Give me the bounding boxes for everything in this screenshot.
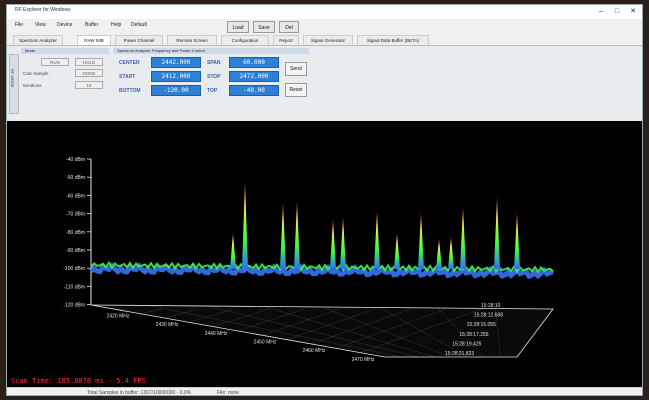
signal-peak [330, 219, 336, 269]
minimize-icon[interactable]: – [594, 6, 608, 17]
tab-raw-imb[interactable]: RAW IMB [77, 35, 111, 45]
menu-bar: File View Device Buffer Help Default [7, 19, 642, 31]
scan-time-readout: Scan Time: 185.8878 ms - 5.4 FPS [11, 377, 146, 385]
y-tick-label: -60 dBm [66, 193, 85, 199]
signal-peak [448, 237, 454, 269]
tab-report[interactable]: Report [273, 35, 299, 45]
freq-group-header: Spectrum Analyzer Frequency and Power Co… [113, 48, 309, 54]
calc-label: Calc Sample [23, 71, 49, 76]
time-tick-label: 15:28:17.255 [459, 332, 488, 338]
time-tick-label: 15:28:19.425 [452, 341, 481, 347]
signal-peak [230, 233, 236, 269]
menu-default[interactable]: Default [131, 22, 147, 28]
tab-spectrum-analyzer[interactable]: Spectrum Analyzer [13, 35, 63, 45]
title-bar: RF Explorer for Windows – □ ✕ [7, 5, 642, 19]
x-tick-label: 2420 MHz [107, 313, 130, 319]
center-label: CENTER [119, 60, 140, 66]
x-tick-label: 2470 MHz [352, 357, 375, 363]
start-field[interactable]: 2412.000 [151, 71, 201, 82]
mode-hold-button[interactable]: HOLD [75, 58, 103, 66]
x-tick-label: 2440 MHz [205, 331, 228, 337]
span-field[interactable]: 60.000 [229, 57, 279, 68]
tab-power-channel[interactable]: Power Channel [115, 35, 163, 45]
y-tick-label: -120 dBm [63, 303, 85, 309]
del-button[interactable]: Del [279, 21, 299, 33]
menu-help[interactable]: Help [111, 22, 121, 28]
time-tick-label: 15:28:21.823 [445, 351, 474, 357]
signal-peak [436, 239, 442, 269]
menu-buffer[interactable]: Buffer [85, 22, 98, 28]
save-button[interactable]: Save [253, 21, 275, 33]
tab-configuration[interactable]: Configuration [221, 35, 269, 45]
y-tick-label: -50 dBm [66, 175, 85, 181]
bottom-field[interactable]: -120.00 [151, 85, 201, 96]
y-tick-label: -100 dBm [63, 266, 85, 272]
samples-status: Total Samples in buffer: 1367/10000000 -… [87, 390, 192, 396]
plot-canvas: -40 dBm -50 dBm -60 dBm -70 dBm -80 dBm -90 d… [11, 157, 554, 385]
menu-device[interactable]: Device [57, 22, 72, 28]
maximize-icon[interactable]: □ [610, 6, 624, 17]
menu-view[interactable]: View [35, 22, 46, 28]
tab-signal-data-buffer[interactable]: Signal Data Buffer (BETA) [357, 35, 429, 45]
file-status: File: none [217, 390, 239, 396]
time-tick-label: 15:28:15.055 [467, 322, 496, 328]
reset-button[interactable]: Reset [285, 83, 307, 97]
bottom-label: BOTTOM [119, 88, 141, 94]
signal-peak [418, 213, 424, 269]
window-title: RF Explorer for Windows [15, 7, 71, 13]
time-tick-label: 15:28:10 [481, 303, 501, 309]
signal-peak [294, 201, 300, 269]
signal-peak [494, 197, 500, 269]
y-tick-label: -110 dBm [64, 284, 85, 290]
start-label: START [119, 74, 136, 80]
mode-run-button[interactable]: RUN [41, 58, 69, 66]
y-tick-label: -90 dBm [66, 248, 85, 254]
iterations-input[interactable]: 16 [75, 81, 103, 89]
app-window: RF Explorer for Windows – □ ✕ File View … [6, 4, 643, 396]
y-tick-label: -70 dBm [66, 212, 85, 218]
x-tick-label: 2450 MHz [254, 339, 277, 345]
signal-peak [514, 213, 520, 269]
signal-peaks [230, 181, 520, 269]
stop-label: STOP [207, 74, 221, 80]
y-axis-ticks: -40 dBm -50 dBm -60 dBm -70 dBm -80 dBm -90 d… [63, 157, 91, 309]
side-strip-label: RF MODE [10, 69, 15, 88]
signal-peak [242, 181, 248, 269]
tab-remote-screen[interactable]: Remote Screen [167, 35, 217, 45]
side-strip[interactable]: RF MODE [9, 54, 19, 114]
center-field[interactable]: 2442.000 [151, 57, 201, 68]
load-button[interactable]: Load [227, 21, 249, 33]
y-tick-label: -80 dBm [66, 230, 85, 236]
time-tick-label: 15:28:12.688 [474, 313, 503, 319]
mode-group-header: Mode [21, 48, 109, 54]
calc-select[interactable]: NONE [75, 69, 103, 77]
tab-strip: Spectrum Analyzer RAW IMB Power Channel … [7, 34, 642, 46]
tab-signal-generator[interactable]: Signal Generator [303, 35, 353, 45]
control-panel: RF MODE Mode RUN HOLD Calc Sample NONE I… [7, 46, 642, 121]
signal-peak [280, 203, 286, 269]
signal-peak [460, 207, 466, 269]
stop-field[interactable]: 2472.000 [229, 71, 279, 82]
top-label: TOP [207, 88, 218, 94]
signal-peak [394, 233, 400, 269]
status-bar: Total Samples in buffer: 1367/10000000 -… [7, 387, 642, 396]
iterations-label: Iterations [23, 83, 42, 88]
signal-peak [374, 211, 380, 269]
top-field[interactable]: -40.00 [229, 85, 279, 96]
signal-peak [340, 217, 346, 269]
x-tick-label: 2430 MHz [156, 322, 179, 328]
span-label: SPAN [207, 60, 221, 66]
menu-file[interactable]: File [15, 22, 23, 28]
close-icon[interactable]: ✕ [626, 6, 640, 17]
y-tick-label: -40 dBm [66, 157, 85, 163]
send-button[interactable]: Send [285, 62, 307, 76]
spectrum-3d-plot[interactable]: -40 dBm -50 dBm -60 dBm -70 dBm -80 dBm -90 d… [7, 121, 642, 387]
x-tick-label: 2460 MHz [303, 348, 326, 354]
